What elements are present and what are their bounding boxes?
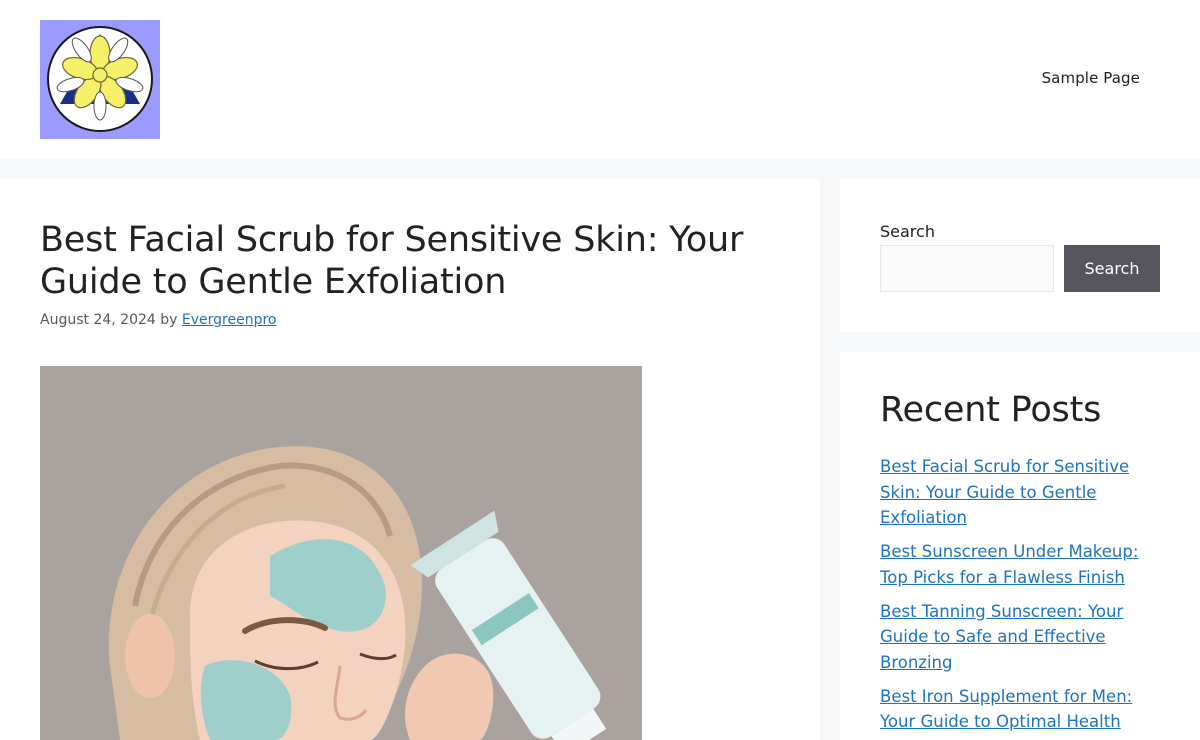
list-item: Best Sunscreen Under Makeup: Top Picks f… <box>880 539 1160 590</box>
search-label: Search <box>880 222 935 241</box>
featured-image <box>40 366 642 740</box>
list-item: Best Iron Supplement for Men: Your Guide… <box>880 684 1160 735</box>
recent-post-link[interactable]: Best Facial Scrub for Sensitive Skin: Yo… <box>880 457 1129 527</box>
article-date: August 24, 2024 <box>40 312 156 328</box>
nav-sample-page[interactable]: Sample Page <box>1042 69 1140 87</box>
flower-logo-icon <box>40 20 160 139</box>
site-header: Sample Page <box>0 0 1200 159</box>
recent-post-link[interactable]: Best Iron Supplement for Men: Your Guide… <box>880 687 1132 732</box>
recent-posts-title: Recent Posts <box>880 390 1102 430</box>
recent-posts-list: Best Facial Scrub for Sensitive Skin: Yo… <box>880 454 1160 740</box>
recent-post-link[interactable]: Best Sunscreen Under Makeup: Top Picks f… <box>880 542 1138 587</box>
article-author-link[interactable]: Evergreenpro <box>182 312 277 328</box>
article-title: Best Facial Scrub for Sensitive Skin: Yo… <box>40 220 744 302</box>
article-meta: August 24, 2024 by Evergreenpro <box>40 312 276 328</box>
search-input[interactable] <box>880 245 1054 292</box>
search-button[interactable]: Search <box>1064 245 1160 292</box>
woman-applying-facial-scrub-illustration <box>40 366 642 740</box>
list-item: Best Tanning Sunscreen: Your Guide to Sa… <box>880 599 1160 676</box>
article-by: by <box>160 312 178 328</box>
site-logo[interactable] <box>40 20 160 139</box>
recent-post-link[interactable]: Best Tanning Sunscreen: Your Guide to Sa… <box>880 602 1123 672</box>
list-item: Best Facial Scrub for Sensitive Skin: Yo… <box>880 454 1160 531</box>
